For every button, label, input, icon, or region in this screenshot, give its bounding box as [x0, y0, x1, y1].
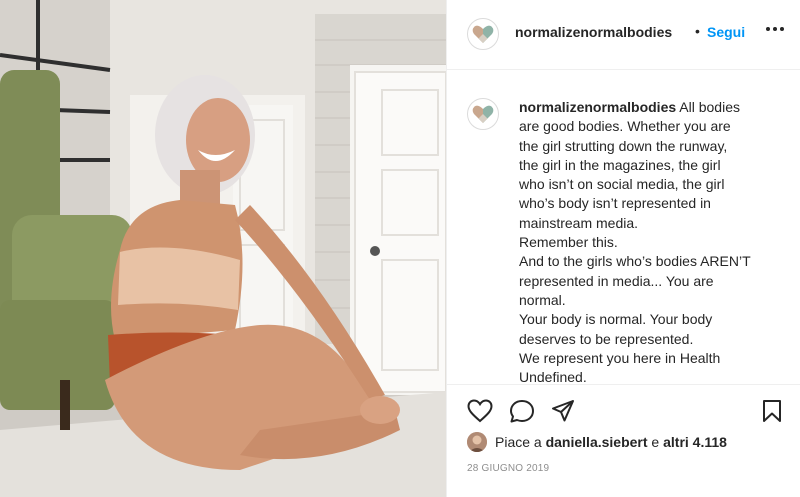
- caption-text-line: the girl in the magazines, the girl: [519, 156, 721, 173]
- post-caption: normalizenormalbodies All bodies are goo…: [519, 98, 799, 387]
- liker-photo: [467, 432, 487, 452]
- profile-avatar[interactable]: [467, 18, 499, 50]
- liker-username[interactable]: daniella.siebert: [546, 434, 648, 450]
- share-icon[interactable]: [551, 399, 575, 423]
- liker-avatar[interactable]: [467, 432, 487, 452]
- comment-icon[interactable]: [509, 399, 535, 423]
- caption-text-line: who’s body isn’t represented in: [519, 195, 711, 212]
- caption-text-line: who isn’t on social media, the girl: [519, 176, 725, 193]
- separator-dot: •: [695, 23, 700, 39]
- post-date[interactable]: 28 GIUGNO 2019: [467, 463, 549, 474]
- caption-avatar[interactable]: [467, 98, 499, 130]
- caption-text-line: are good bodies. Whether you are: [519, 118, 731, 135]
- heart-logo-icon: [472, 105, 494, 123]
- caption-username[interactable]: normalizenormalbodies: [519, 99, 676, 115]
- caption-section: normalizenormalbodies All bodies are goo…: [447, 70, 800, 385]
- caption-text-line: normal.: [519, 291, 566, 308]
- caption-first-line: normalizenormalbodies All bodies: [519, 98, 799, 117]
- caption-text-line: Your body is normal. Your body: [519, 311, 713, 328]
- caption-text-line: deserves to be represented.: [519, 330, 694, 347]
- heart-logo-icon: [472, 25, 494, 43]
- post-header: normalizenormalbodies • Segui: [447, 0, 800, 70]
- caption-text-line: And to the girls who’s bodies AREN’T: [519, 253, 751, 270]
- instagram-post: normalizenormalbodies • Segui normalizen…: [0, 0, 800, 497]
- action-bar: [447, 385, 800, 435]
- post-side-panel: normalizenormalbodies • Segui normalizen…: [446, 0, 800, 497]
- bookmark-icon[interactable]: [761, 399, 783, 423]
- likes-text: Piace a daniella.siebert e altri 4.118: [495, 434, 727, 450]
- caption-text-line: the girl strutting down the runway,: [519, 137, 728, 154]
- caption-text-line: mainstream media.: [519, 214, 639, 231]
- more-options-icon[interactable]: [766, 26, 784, 32]
- likes-connector: e: [651, 434, 660, 450]
- post-photo[interactable]: [0, 0, 446, 497]
- caption-text-line: Remember this.: [519, 234, 618, 251]
- heart-icon[interactable]: [467, 399, 493, 423]
- caption-text-line: represented in media... You are: [519, 272, 714, 289]
- likes-prefix: Piace a: [495, 434, 542, 450]
- likes-count-link[interactable]: altri 4.118: [663, 434, 727, 450]
- photo-illustration: [0, 0, 446, 497]
- caption-text-line: We represent you here in Health: [519, 349, 721, 366]
- caption-text-line: All bodies: [679, 99, 740, 115]
- post-username[interactable]: normalizenormalbodies: [515, 24, 672, 40]
- follow-button[interactable]: Segui: [707, 24, 745, 40]
